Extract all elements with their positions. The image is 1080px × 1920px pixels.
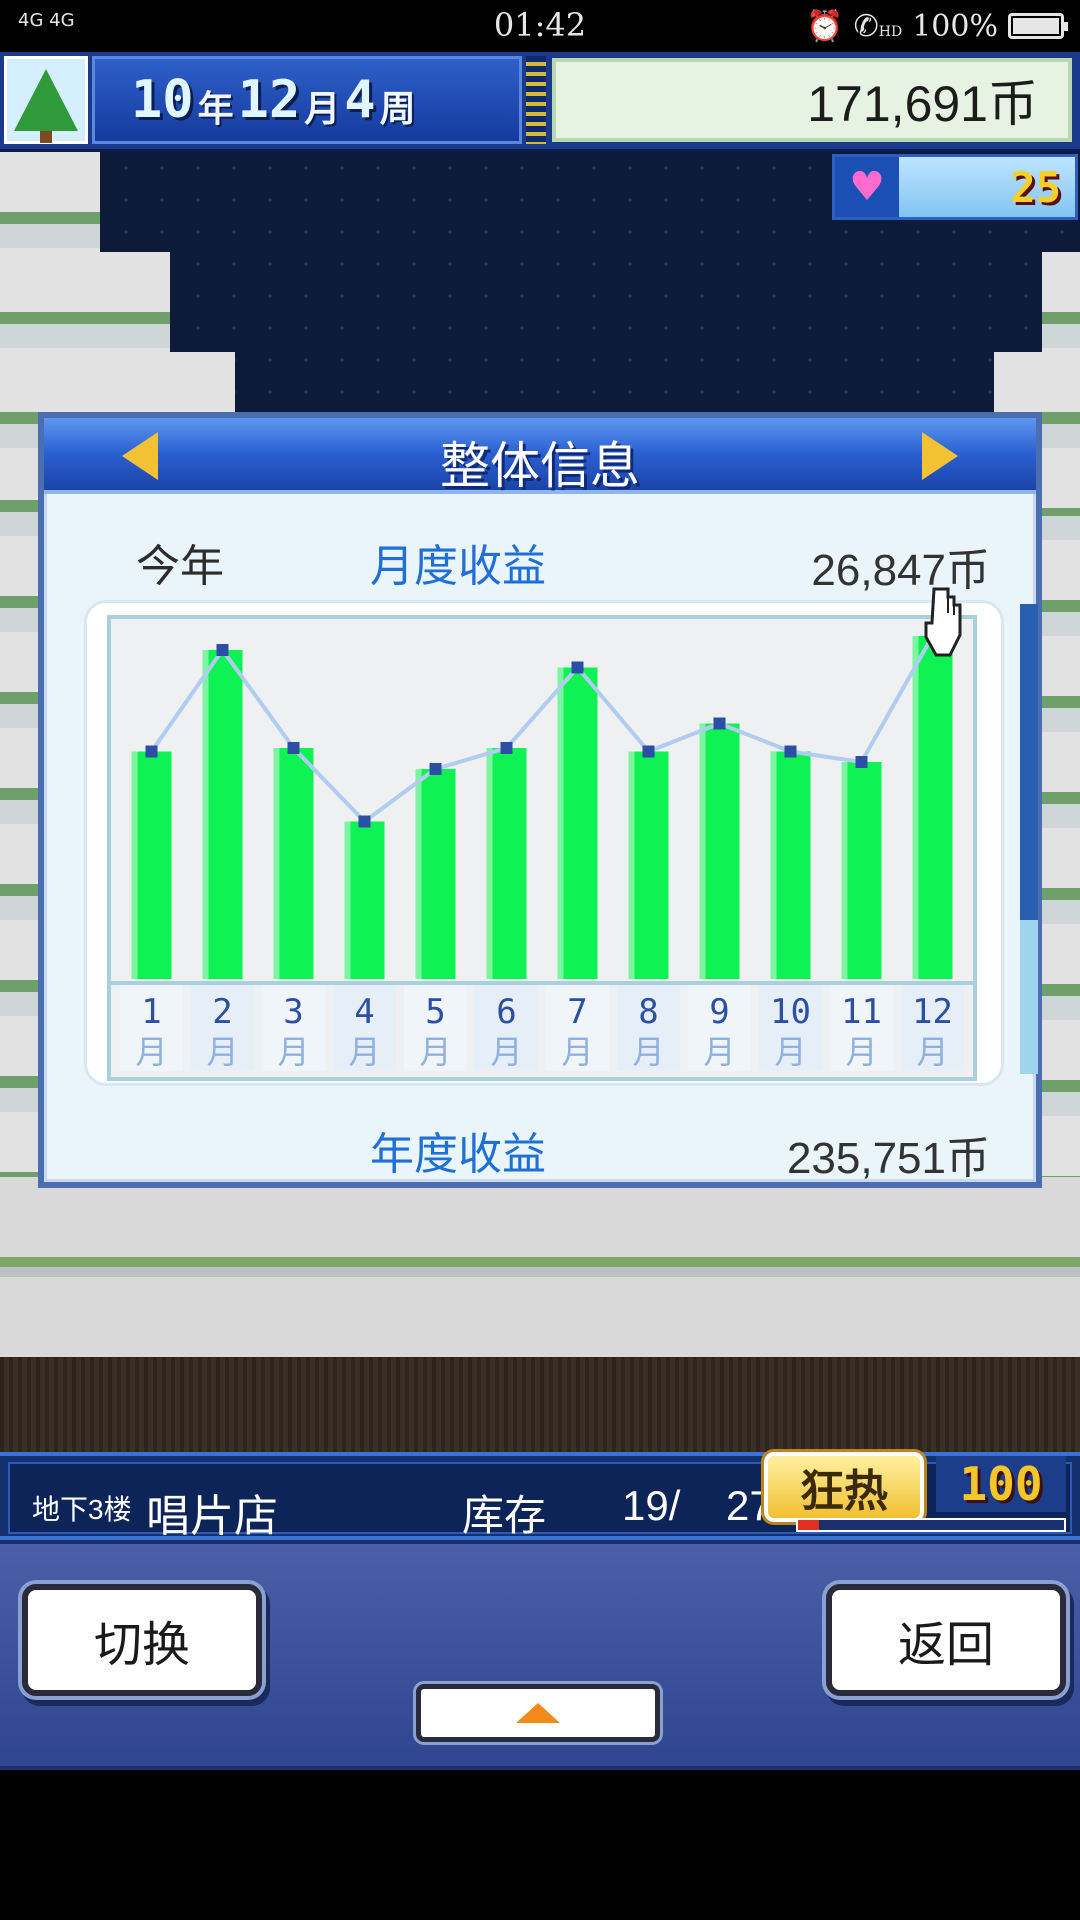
trend-point: [713, 717, 726, 730]
floor-label: 地下3楼: [32, 1494, 132, 1525]
battery-percent: 100%: [912, 8, 998, 44]
month-tick-number: 9: [709, 992, 729, 1032]
dialog-title: 整体信息: [440, 438, 640, 494]
trend-point: [216, 644, 229, 656]
month-bar-highlight: [770, 751, 777, 979]
year-number: 10: [131, 70, 194, 130]
month-tick-number: 7: [567, 992, 587, 1032]
income-chart[interactable]: 1 月 2 月 3 月 4 月 5 月 6 月 7 月 8 月 9 月 10 月 11 月 12 月: [107, 615, 977, 1081]
month-tick-number: 4: [354, 992, 374, 1032]
month-tick-unit: 月: [277, 1033, 309, 1071]
month-bar-highlight: [344, 821, 351, 979]
month-tick-unit: 月: [135, 1033, 167, 1071]
trend-point: [642, 745, 655, 758]
hearts-value: 25: [1010, 163, 1061, 212]
money-value: 171,691币: [807, 76, 1038, 132]
hand-pointer-icon: [924, 587, 962, 657]
money-display: 171,691币: [552, 58, 1072, 142]
annual-income-value: 235,751币: [786, 1134, 990, 1183]
month-tick-number: 10: [770, 992, 811, 1032]
month-bar-highlight: [273, 748, 280, 979]
month-tick-unit: 月: [419, 1033, 451, 1071]
period-label: 今年: [136, 542, 224, 591]
month-tick-number: 1: [141, 992, 161, 1032]
trend-point: [571, 661, 584, 674]
month-tick-unit: 月: [348, 1033, 380, 1071]
trend-point: [358, 815, 371, 828]
battery-icon: [1008, 13, 1068, 39]
expand-panel-tab[interactable]: [416, 1684, 660, 1742]
month-tick-unit: 月: [561, 1033, 593, 1071]
trend-point: [429, 763, 442, 775]
month-bar-highlight: [912, 636, 919, 979]
month-tick-unit: 月: [845, 1033, 877, 1071]
next-page-arrow-icon[interactable]: [922, 432, 958, 480]
week-unit: 周: [379, 88, 416, 129]
date-display: 10 年 12 月 4 周: [92, 56, 522, 144]
top-hud: 10 年 12 月 4 周 171,691币: [0, 52, 1080, 152]
month-tick-unit: 月: [490, 1033, 522, 1071]
hud-divider: [526, 56, 546, 144]
chart-scroll-thumb[interactable]: [1020, 604, 1038, 920]
fever-badge: 狂热: [764, 1452, 924, 1522]
trend-point: [145, 745, 158, 758]
mall-lower-floors[interactable]: [0, 1177, 1080, 1377]
trend-point: [287, 742, 300, 754]
month-bar-highlight: [628, 751, 635, 979]
hearts-display: ♥ 25: [832, 154, 1078, 220]
fever-value: 100: [936, 1456, 1066, 1512]
month-tick-number: 3: [283, 992, 303, 1032]
month-bar-highlight: [699, 723, 706, 979]
monthly-income-label: 月度收益: [370, 542, 546, 591]
up-arrow-icon: [516, 1703, 560, 1723]
month-bar-highlight: [841, 762, 848, 979]
week-number: 4: [344, 70, 376, 130]
fever-meter: 狂热 100: [760, 1452, 1070, 1532]
stock-label: 库存: [462, 1492, 547, 1539]
switch-button[interactable]: 切换: [22, 1584, 262, 1696]
trend-point: [500, 742, 513, 754]
trend-point: [855, 756, 868, 768]
hd-call-icon: ✆HD: [853, 8, 903, 44]
month-tick-unit: 月: [206, 1033, 238, 1071]
month-tick-number: 5: [425, 992, 445, 1032]
hd-label: HD: [878, 23, 903, 40]
overall-info-dialog: 整体信息 今年 月度收益 26,847币 1月2月3月4月5月6月7月8月9月1…: [38, 412, 1042, 1188]
status-bar: 4G 4G 01:42 ⏰ ✆HD 100%: [0, 0, 1080, 52]
stock-value: 19/: [622, 1482, 681, 1529]
month-tick-number: 11: [841, 992, 882, 1032]
month-bar-highlight: [202, 650, 209, 979]
shop-name: 唱片店: [146, 1492, 278, 1541]
income-chart-frame: 1 月 2 月 3 月 4 月 5 月 6 月 7 月 8 月 9 月 10 月 11 月 12 月: [84, 600, 1004, 1086]
month-bar-highlight: [415, 769, 422, 979]
month-tick-unit: 月: [916, 1033, 948, 1071]
annual-income-label: 年度收益: [370, 1130, 546, 1179]
month-tick-unit: 月: [774, 1033, 806, 1071]
month-tick-number: 12: [912, 992, 953, 1032]
month-tick-number: 6: [496, 992, 516, 1032]
bottom-panel: 切换 返回: [0, 1540, 1080, 1770]
year-unit: 年: [197, 88, 234, 129]
fever-progress-fill: [798, 1520, 820, 1530]
season-tree-icon[interactable]: [4, 56, 88, 144]
heart-icon: ♥: [849, 164, 885, 210]
month-number: 12: [237, 70, 301, 130]
month-bar-highlight: [486, 748, 493, 979]
month-tick-unit: 月: [632, 1033, 664, 1071]
month-bar-highlight: [131, 751, 138, 979]
month-unit: 月: [304, 88, 341, 129]
underground-soil: [0, 1357, 1080, 1452]
alarm-icon: ⏰: [806, 8, 844, 44]
back-button[interactable]: 返回: [826, 1584, 1066, 1696]
trend-point: [784, 745, 797, 758]
month-tick-unit: 月: [703, 1033, 735, 1071]
dialog-title-bar: 整体信息: [44, 418, 1036, 494]
income-chart-svg: 1月2月3月4月5月6月7月8月9月10月11月12月: [111, 619, 973, 1071]
chart-scrollbar[interactable]: [1020, 604, 1038, 1074]
month-tick-number: 2: [212, 992, 232, 1032]
month-tick-number: 8: [638, 992, 658, 1032]
month-bar-highlight: [557, 667, 564, 979]
fever-progress-bar: [796, 1518, 1066, 1532]
